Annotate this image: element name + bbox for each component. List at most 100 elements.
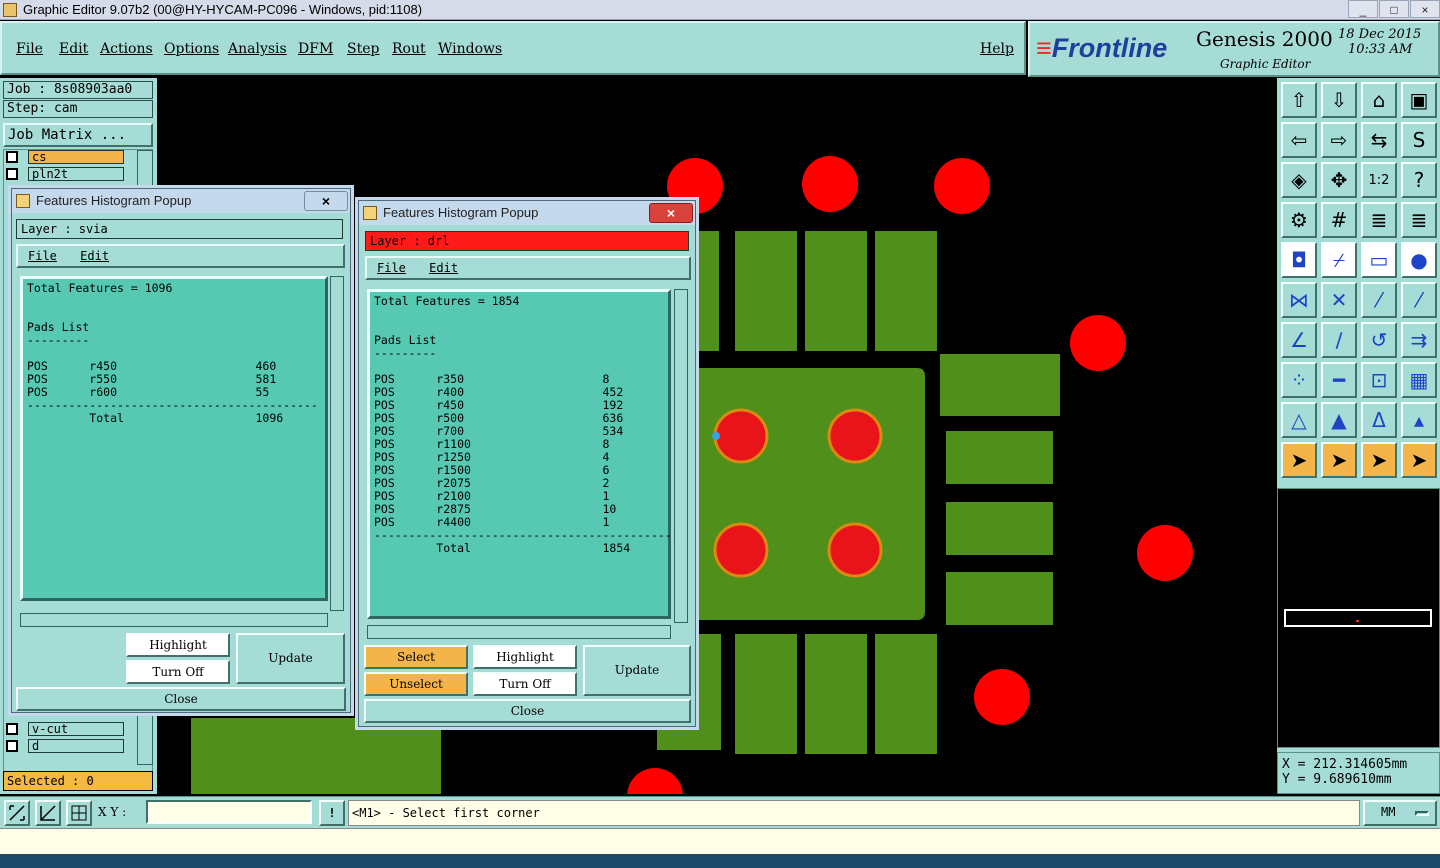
layer-row-d[interactable]: d bbox=[6, 738, 124, 753]
popup-menu-file[interactable]: File bbox=[28, 249, 57, 263]
layer-row-pln2t[interactable]: pln2t bbox=[6, 166, 124, 181]
layer-checkbox[interactable] bbox=[6, 739, 18, 752]
grid-tool-icon[interactable] bbox=[66, 800, 92, 826]
popup-horizontal-scrollbar[interactable] bbox=[367, 625, 671, 639]
snap-icon[interactable]: ◘ bbox=[1281, 242, 1317, 278]
menu-windows[interactable]: Windows bbox=[438, 41, 502, 57]
down-arrow-icon[interactable]: ⇩ bbox=[1321, 82, 1357, 118]
close-button[interactable]: Close bbox=[364, 699, 691, 723]
pointer4-icon[interactable]: ➤ bbox=[1401, 442, 1437, 478]
right-arrow-icon[interactable]: ⇨ bbox=[1321, 122, 1357, 158]
s-icon[interactable]: S bbox=[1401, 122, 1437, 158]
dot-icon[interactable]: ● bbox=[1401, 242, 1437, 278]
angle-icon[interactable]: ∠ bbox=[1281, 322, 1317, 358]
undo-icon[interactable]: ↺ bbox=[1361, 322, 1397, 358]
popup-vertical-scrollbar[interactable] bbox=[674, 289, 688, 623]
popup-close-x-button[interactable]: × bbox=[649, 203, 693, 223]
undo-icon-glyph: ↺ bbox=[1370, 328, 1388, 352]
close-button[interactable]: Close bbox=[16, 687, 346, 711]
fit-icon[interactable]: ◈ bbox=[1281, 162, 1317, 198]
turn-off-button[interactable]: Turn Off bbox=[126, 660, 230, 684]
maximize-button[interactable]: □ bbox=[1379, 0, 1409, 18]
tools-icon[interactable]: ⚙ bbox=[1281, 202, 1317, 238]
popup-close-x-button[interactable]: × bbox=[304, 191, 348, 211]
1-2-icon[interactable]: 1:2 bbox=[1361, 162, 1397, 198]
menu-help[interactable]: Help bbox=[980, 41, 1014, 57]
alert-button[interactable]: ! bbox=[319, 800, 345, 826]
up-arrow-icon-glyph: ⇧ bbox=[1290, 88, 1308, 112]
menu-actions[interactable]: Actions bbox=[100, 41, 153, 57]
zoom-box-icon[interactable] bbox=[4, 800, 30, 826]
popup-menu-edit[interactable]: Edit bbox=[80, 249, 109, 263]
layers-icon[interactable]: ≣ bbox=[1361, 202, 1397, 238]
minus-icon[interactable]: ━ bbox=[1321, 362, 1357, 398]
triangle-icon[interactable]: △ bbox=[1281, 402, 1317, 438]
units-select[interactable]: MM bbox=[1363, 800, 1437, 826]
close-window-button[interactable]: × bbox=[1410, 0, 1440, 18]
popup-horizontal-scrollbar[interactable] bbox=[20, 613, 328, 627]
popup-menu-file[interactable]: File bbox=[377, 261, 406, 275]
help-icon[interactable]: ? bbox=[1401, 162, 1437, 198]
update-button[interactable]: Update bbox=[583, 645, 691, 696]
job-matrix-button[interactable]: Job Matrix ... bbox=[3, 123, 153, 147]
ff-icon[interactable]: ⇉ bbox=[1401, 322, 1437, 358]
pointer-icon-glyph: ➤ bbox=[1290, 448, 1308, 472]
unselect-button[interactable]: Unselect bbox=[364, 672, 468, 696]
histogram-text: Total Features = 1096 Pads List --------… bbox=[20, 276, 328, 601]
layer-checkbox[interactable] bbox=[6, 167, 18, 180]
popup-menubar: File Edit bbox=[365, 256, 691, 280]
layer-row-vcut[interactable]: v-cut bbox=[6, 721, 124, 736]
pointer2-icon-glyph: ➤ bbox=[1330, 448, 1348, 472]
ruler-icon[interactable]: ▭ bbox=[1361, 242, 1397, 278]
home-icon[interactable]: ⌂ bbox=[1361, 82, 1397, 118]
menu-dfm[interactable]: DFM bbox=[298, 41, 333, 57]
measure-tool-icon[interactable] bbox=[35, 800, 61, 826]
menu-step[interactable]: Step bbox=[347, 41, 379, 57]
histogram-popup-drl: Features Histogram Popup × Layer : drl F… bbox=[358, 200, 696, 727]
layer-row-cs[interactable]: cs bbox=[6, 149, 124, 164]
measure-icon[interactable]: ⊡ bbox=[1361, 362, 1397, 398]
select-button[interactable]: Select bbox=[364, 645, 468, 669]
menu-edit[interactable]: Edit bbox=[59, 41, 88, 57]
up-arrow-icon[interactable]: ⇧ bbox=[1281, 82, 1317, 118]
grid-icon[interactable]: # bbox=[1321, 202, 1357, 238]
layer-checkbox[interactable] bbox=[6, 150, 18, 163]
cross-icon[interactable]: ✕ bbox=[1321, 282, 1357, 318]
zoom-icon[interactable]: ✥ bbox=[1321, 162, 1357, 198]
highlight-button[interactable]: Highlight bbox=[473, 645, 577, 669]
dots-icon[interactable]: ⁘ bbox=[1281, 362, 1317, 398]
pointer2-icon[interactable]: ➤ bbox=[1321, 442, 1357, 478]
line-icon-glyph: ⁄ bbox=[1377, 288, 1381, 312]
coordinate-readout: X = 212.314605mm Y = 9.689610mm bbox=[1277, 752, 1440, 794]
pointer3-icon[interactable]: ➤ bbox=[1361, 442, 1397, 478]
xy-input[interactable] bbox=[146, 800, 312, 824]
triangle2-icon[interactable]: ▲ bbox=[1321, 402, 1357, 438]
dropdown-icon bbox=[1415, 811, 1429, 816]
left-arrow-icon[interactable]: ⇦ bbox=[1281, 122, 1317, 158]
line-alt-icon[interactable]: ⁄ bbox=[1401, 282, 1437, 318]
menu-options[interactable]: Options bbox=[164, 41, 219, 57]
draw-icon[interactable]: ∕ bbox=[1321, 322, 1357, 358]
popup-menu-edit[interactable]: Edit bbox=[429, 261, 458, 275]
menu-rout[interactable]: Rout bbox=[392, 41, 426, 57]
line-icon[interactable]: ⁄ bbox=[1361, 282, 1397, 318]
highlight-button[interactable]: Highlight bbox=[126, 633, 230, 657]
triangle4-icon[interactable]: ▴ bbox=[1401, 402, 1437, 438]
layer-checkbox[interactable] bbox=[6, 722, 18, 735]
menu-analysis[interactable]: Analysis bbox=[228, 41, 287, 57]
layers-alt-icon[interactable]: ≣ bbox=[1401, 202, 1437, 238]
menu-file[interactable]: File bbox=[16, 41, 43, 57]
minimize-button[interactable]: _ bbox=[1348, 0, 1378, 18]
window-icon[interactable]: ▣ bbox=[1401, 82, 1437, 118]
popup-vertical-scrollbar[interactable] bbox=[330, 276, 344, 611]
triangle3-icon[interactable]: Δ bbox=[1361, 402, 1397, 438]
slope-icon[interactable]: ⌿ bbox=[1321, 242, 1357, 278]
pointer-icon[interactable]: ➤ bbox=[1281, 442, 1317, 478]
ruler-icon-glyph: ▭ bbox=[1369, 248, 1389, 272]
turn-off-button[interactable]: Turn Off bbox=[473, 672, 577, 696]
overview-map[interactable] bbox=[1277, 488, 1440, 748]
nodes-icon[interactable]: ⋈ bbox=[1281, 282, 1317, 318]
select-icon[interactable]: ▦ bbox=[1401, 362, 1437, 398]
flip-icon[interactable]: ⇆ bbox=[1361, 122, 1397, 158]
update-button[interactable]: Update bbox=[236, 633, 345, 684]
